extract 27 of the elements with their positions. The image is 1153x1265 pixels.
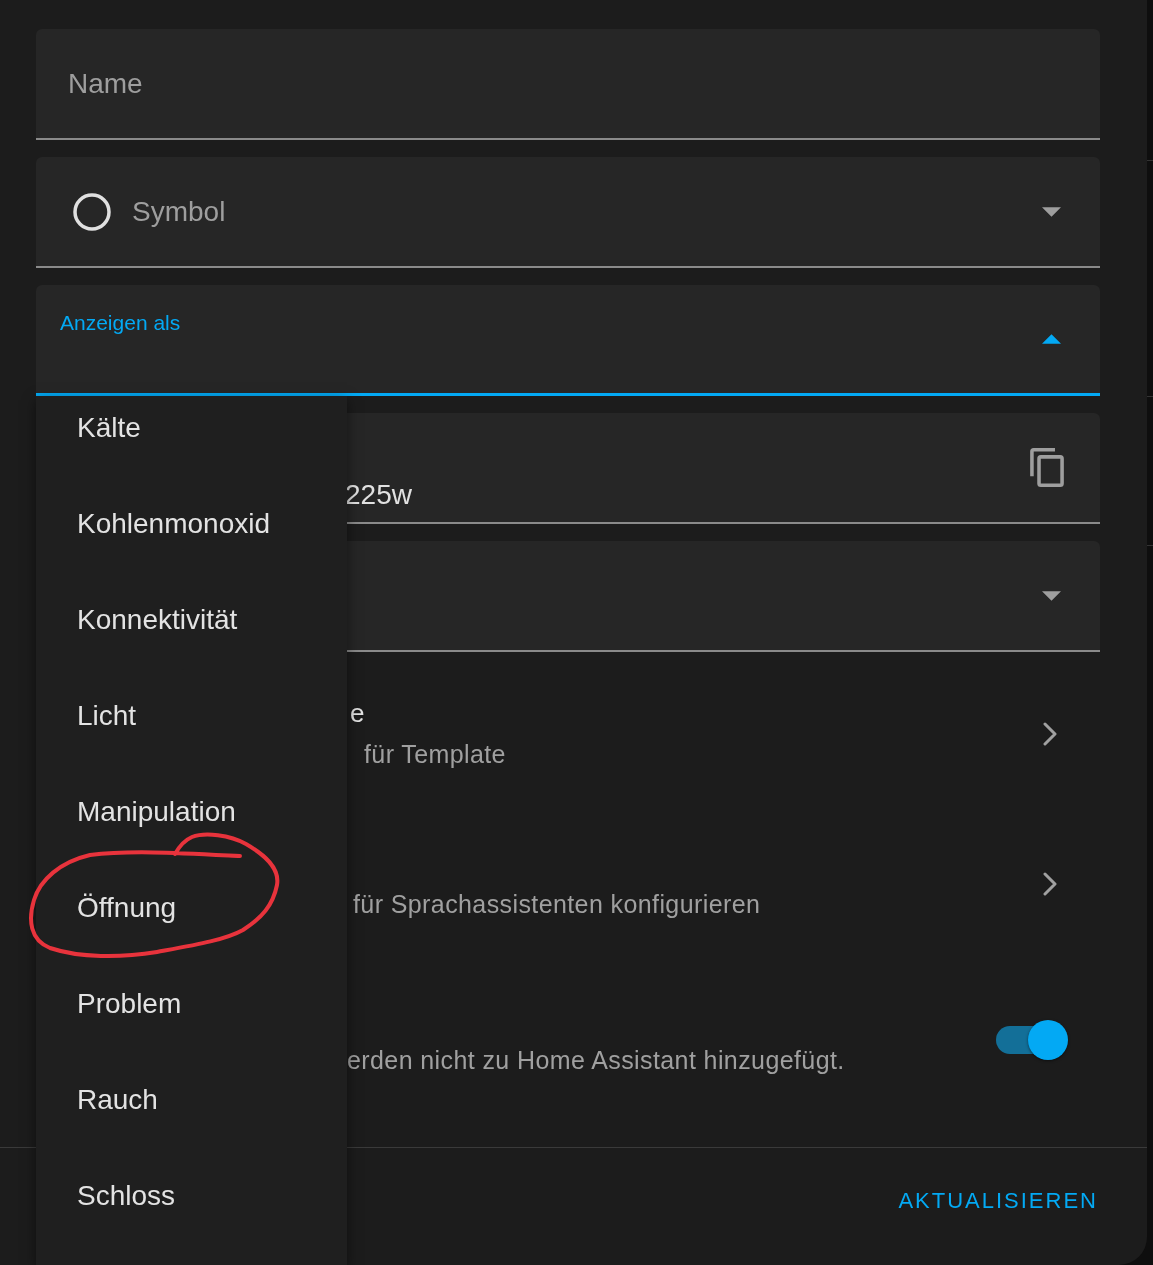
menu-item[interactable]: Öffnung: [36, 860, 347, 956]
field-value: 225w: [345, 478, 412, 512]
caret-up-icon: [1042, 334, 1061, 344]
caret-down-icon: [1042, 206, 1061, 217]
row-description: für Template: [364, 739, 506, 771]
menu-item[interactable]: Rauch: [36, 1052, 347, 1148]
row-description: für Sprachassistenten konfigurieren: [353, 889, 761, 921]
menu-item[interactable]: Konnektivität: [36, 572, 347, 668]
text-field[interactable]: Name: [36, 29, 1100, 140]
select-field[interactable]: Anzeigen als: [36, 285, 1100, 396]
menu-item[interactable]: Manipulation: [36, 764, 347, 860]
update-button[interactable]: AKTUALISIEREN: [890, 1178, 1106, 1222]
field-label: Symbol: [132, 194, 226, 229]
toggle-switch[interactable]: [996, 1020, 1068, 1060]
icon-picker-field[interactable]: Symbol: [36, 157, 1100, 268]
copy-icon: [1030, 448, 1064, 487]
chevron-right-icon: [1043, 722, 1057, 746]
caret-down-icon: [1042, 590, 1061, 601]
menu-item[interactable]: Problem: [36, 956, 347, 1052]
circle-icon: [73, 192, 111, 231]
field-label: Name: [68, 66, 143, 101]
field-label: Anzeigen als: [60, 311, 181, 335]
row-description: erden nicht zu Home Assistant hinzugefügt.: [347, 1045, 845, 1077]
menu-item[interactable]: Licht: [36, 668, 347, 764]
menu-item[interactable]: Schloss: [36, 1148, 347, 1244]
row-title: e: [350, 696, 365, 730]
chevron-right-icon: [1043, 872, 1057, 896]
